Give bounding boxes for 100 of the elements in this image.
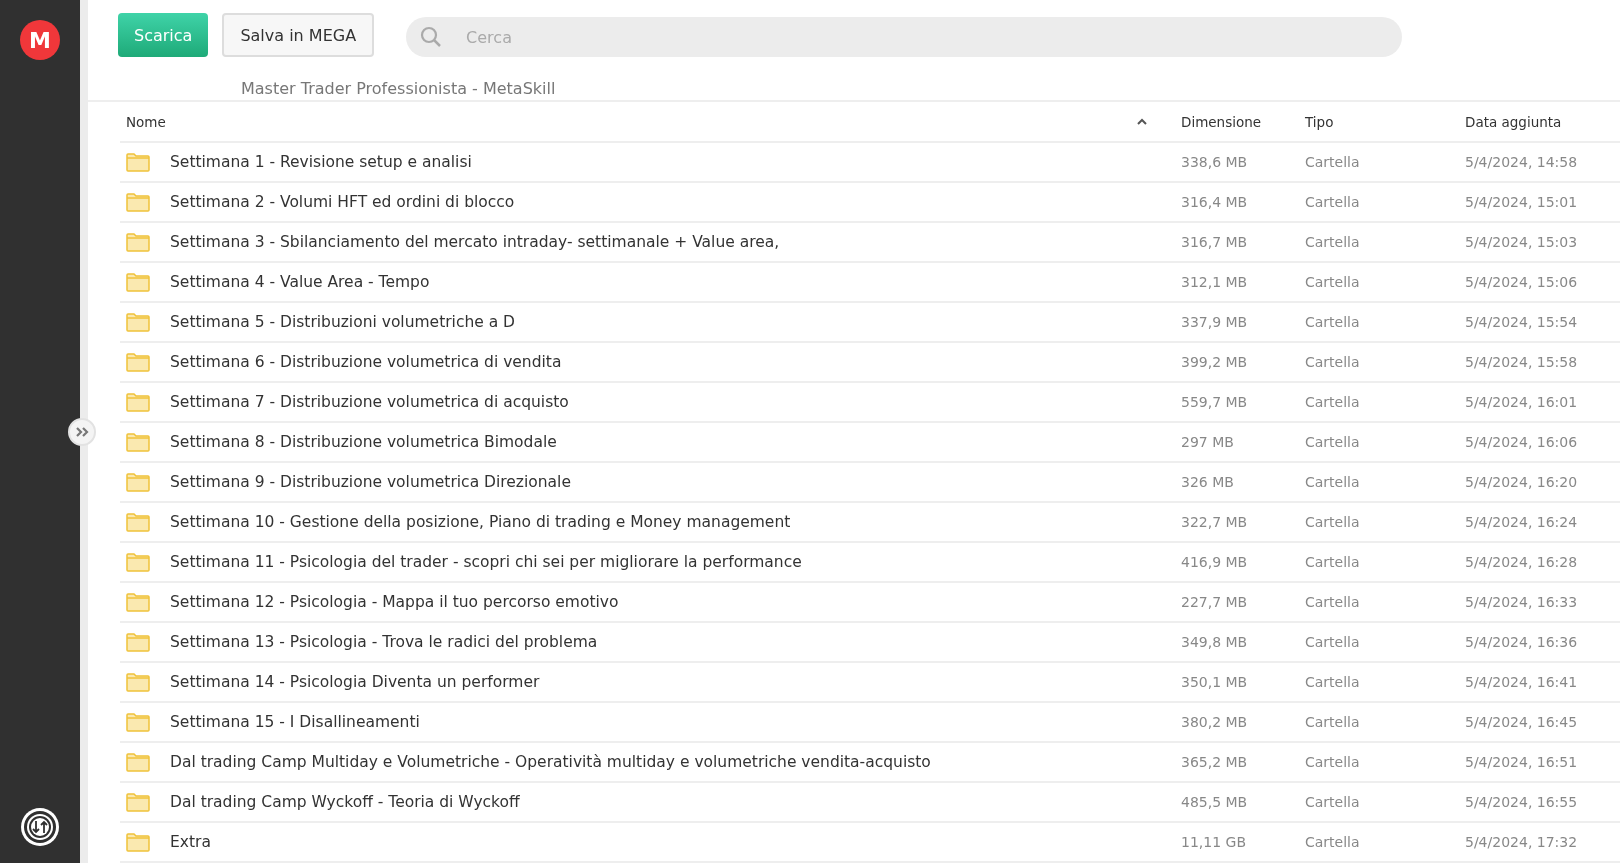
- logo[interactable]: M: [20, 20, 60, 60]
- date-cell-text: 5/4/2024, 16:41: [1465, 674, 1579, 690]
- folder-name[interactable]: Settimana 14 - Psicologia Diventa un performer: [170, 673, 540, 691]
- folder-name[interactable]: Settimana 7 - Distribuzione volumetrica di acquisto: [170, 393, 569, 411]
- column-header[interactable]: Dimensione: [1181, 113, 1305, 130]
- type-cell-text: Cartella: [1305, 314, 1361, 330]
- sort-up-icon[interactable]: [1137, 118, 1147, 125]
- folder-name[interactable]: Settimana 9 - Distribuzione volumetrica Direzionale: [170, 473, 571, 491]
- folder-icon: [126, 272, 150, 292]
- folder-icon: [126, 352, 150, 372]
- folder-title: Master Trader Professionista - MetaSkill: [241, 79, 556, 98]
- type-cell-text: Cartella: [1305, 394, 1361, 410]
- size-cell-text: 322,7 MB: [1181, 514, 1249, 530]
- folder-icon: [126, 192, 150, 212]
- size-cell-text: 380,2 MB: [1181, 714, 1249, 730]
- size-cell-text: 416,9 MB: [1181, 554, 1249, 570]
- type-cell-text: Cartella: [1305, 594, 1361, 610]
- column-header[interactable]: Tipo: [1305, 113, 1465, 130]
- folder-name[interactable]: Dal trading Camp Wyckoff - Teoria di Wyckoff: [170, 793, 520, 811]
- folder-icon: [126, 232, 150, 252]
- folder-name[interactable]: Settimana 5 - Distribuzioni volumetriche a D: [170, 313, 516, 331]
- type-cell-text: Cartella: [1305, 794, 1361, 810]
- type-cell-text: Cartella: [1305, 154, 1361, 170]
- date-cell-text: 5/4/2024, 15:06: [1465, 274, 1579, 290]
- folder-name[interactable]: Settimana 3 - Sbilanciamento del mercato intraday- settimanale + Value area,: [170, 233, 780, 251]
- date-cell-text: 5/4/2024, 14:58: [1465, 154, 1579, 170]
- size-cell-text: 227,7 MB: [1181, 594, 1249, 610]
- folder-icon: [126, 552, 150, 572]
- folder-name[interactable]: Settimana 15 - I Disallineamenti: [170, 713, 420, 731]
- date-cell-text: 5/4/2024, 16:20: [1465, 474, 1579, 490]
- transfers-icon[interactable]: [20, 807, 60, 847]
- size-cell-text: 350,1 MB: [1181, 674, 1249, 690]
- folder-icon: [126, 592, 150, 612]
- date-cell-text: 5/4/2024, 16:01: [1465, 394, 1579, 410]
- size-cell-text: 316,7 MB: [1181, 234, 1249, 250]
- folder-icon: [126, 472, 150, 492]
- date-cell-text: 5/4/2024, 16:24: [1465, 514, 1579, 530]
- size-cell-text: 316,4 MB: [1181, 194, 1249, 210]
- folder-name[interactable]: Settimana 1 - Revisione setup e analisi: [170, 153, 472, 171]
- folder-icon: [126, 832, 150, 852]
- date-cell-text: 5/4/2024, 17:32: [1465, 834, 1579, 850]
- size-cell-text: 399,2 MB: [1181, 354, 1249, 370]
- folder-icon: [126, 752, 150, 772]
- folder-name[interactable]: Settimana 6 - Distribuzione volumetrica di vendita: [170, 353, 562, 371]
- folder-icon: [126, 792, 150, 812]
- folder-icon: [126, 392, 150, 412]
- folder-name[interactable]: Extra: [170, 833, 211, 851]
- expand-button[interactable]: [68, 418, 96, 446]
- folder-name[interactable]: Settimana 8 - Distribuzione volumetrica Bimodale: [170, 433, 557, 451]
- date-cell-text: 5/4/2024, 15:54: [1465, 314, 1579, 330]
- type-cell-text: Cartella: [1305, 674, 1361, 690]
- folder-icon: [126, 712, 150, 732]
- folder-icon: [126, 312, 150, 332]
- type-cell-text: Cartella: [1305, 754, 1361, 770]
- type-cell-text: Cartella: [1305, 554, 1361, 570]
- size-cell-text: 559,7 MB: [1181, 394, 1249, 410]
- folder-icon: [126, 432, 150, 452]
- type-cell-text: Cartella: [1305, 714, 1361, 730]
- size-cell-text: 365,2 MB: [1181, 754, 1249, 770]
- size-cell-text: 485,5 MB: [1181, 794, 1249, 810]
- column-header[interactable]: Data aggiunta: [1465, 113, 1620, 130]
- size-cell-text: 326 MB: [1181, 474, 1235, 490]
- date-cell-text: 5/4/2024, 15:58: [1465, 354, 1579, 370]
- double-chevron-icon: [75, 427, 89, 437]
- column-header[interactable]: Nome: [120, 113, 1137, 130]
- folder-name[interactable]: Settimana 11 - Psicologia del trader - scopri chi sei per migliorare la performance: [170, 553, 802, 571]
- date-cell-text: 5/4/2024, 15:03: [1465, 234, 1579, 250]
- date-cell-text: 5/4/2024, 16:45: [1465, 714, 1579, 730]
- type-cell-text: Cartella: [1305, 274, 1361, 290]
- date-cell-text: 5/4/2024, 16:33: [1465, 594, 1579, 610]
- folder-icon: [126, 632, 150, 652]
- folder-name[interactable]: Settimana 2 - Volumi HFT ed ordini di blocco: [170, 193, 515, 211]
- save-button[interactable]: Salva in MEGA: [222, 13, 375, 57]
- type-cell-text: Cartella: [1305, 194, 1361, 210]
- folder-name[interactable]: Settimana 12 - Psicologia - Mappa il tuo percorso emotivo: [170, 593, 619, 611]
- type-cell-text: Cartella: [1305, 834, 1361, 850]
- folder-name[interactable]: Dal trading Camp Multiday e Volumetriche - Operatività multiday e volumetriche vendita-acquisto: [170, 753, 931, 771]
- folder-icon: [126, 152, 150, 172]
- date-cell-text: 5/4/2024, 16:51: [1465, 754, 1579, 770]
- folder-name[interactable]: Settimana 13 - Psicologia - Trova le radici del problema: [170, 633, 598, 651]
- type-cell-text: Cartella: [1305, 634, 1361, 650]
- folder-icon: [126, 512, 150, 532]
- type-cell-text: Cartella: [1305, 474, 1361, 490]
- size-cell-text: 297 MB: [1181, 434, 1235, 450]
- type-cell-text: Cartella: [1305, 354, 1361, 370]
- date-cell-text: 5/4/2024, 16:06: [1465, 434, 1579, 450]
- folder-icon: [126, 672, 150, 692]
- date-cell-text: 5/4/2024, 16:28: [1465, 554, 1579, 570]
- size-cell-text: 11,11 GB: [1181, 834, 1247, 850]
- type-cell-text: Cartella: [1305, 434, 1361, 450]
- date-cell-text: 5/4/2024, 16:36: [1465, 634, 1579, 650]
- size-cell-text: 337,9 MB: [1181, 314, 1249, 330]
- search-icon: [420, 26, 443, 48]
- date-cell-text: 5/4/2024, 15:01: [1465, 194, 1579, 210]
- type-cell-text: Cartella: [1305, 234, 1361, 250]
- folder-name[interactable]: Settimana 4 - Value Area - Tempo: [170, 273, 430, 291]
- size-cell-text: 338,6 MB: [1181, 154, 1249, 170]
- type-cell-text: Cartella: [1305, 514, 1361, 530]
- search-field[interactable]: Cerca: [406, 17, 1403, 57]
- folder-name[interactable]: Settimana 10 - Gestione della posizione, Piano di trading e Money management: [170, 513, 791, 531]
